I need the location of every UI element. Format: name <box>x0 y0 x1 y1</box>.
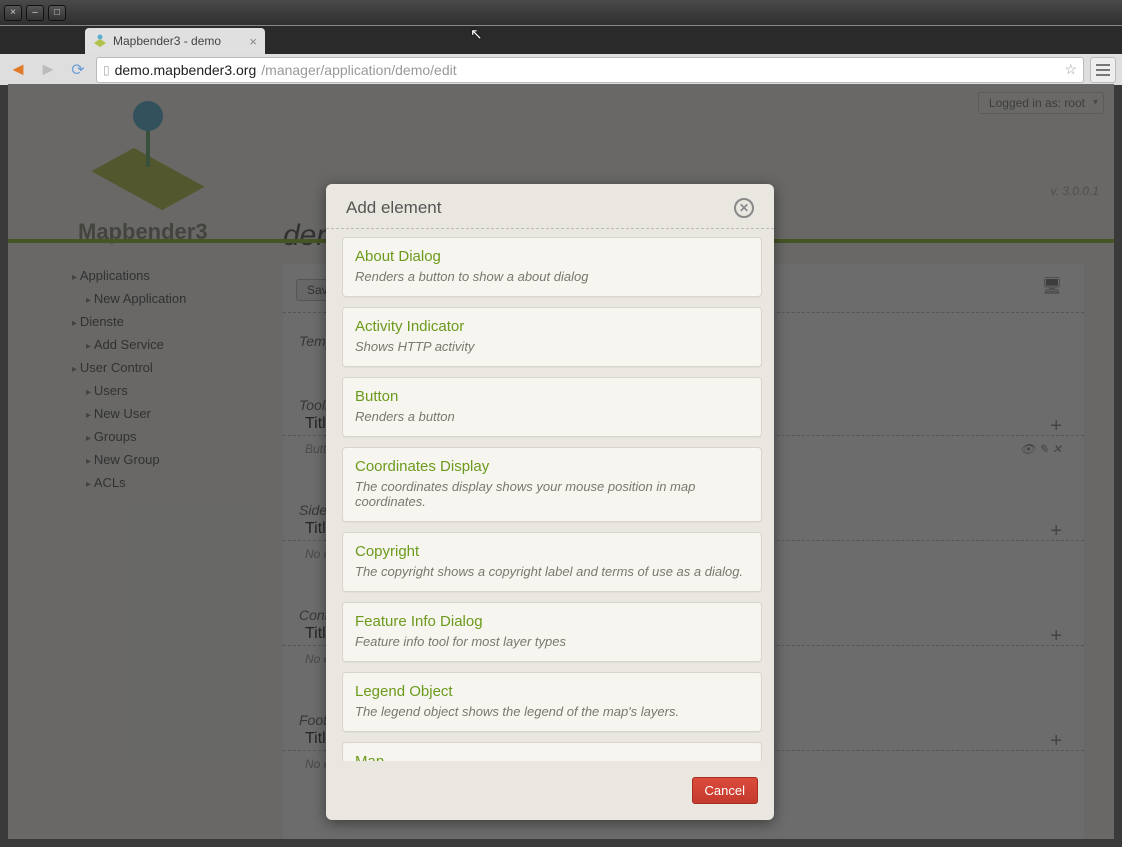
browser-toolbar: ◄ ► ⟳ ▯ demo.mapbender3.org/manager/appl… <box>0 54 1122 85</box>
bookmark-star-icon[interactable]: ☆ <box>1064 61 1077 78</box>
dialog-close-button[interactable]: ✕ <box>734 198 754 218</box>
page-viewport: Logged in as: root v. 3.0.0.1 Mapbender3… <box>8 84 1114 839</box>
add-element-dialog: Add element ✕ About Dialog Renders a butt… <box>326 184 774 820</box>
element-card-title: Button <box>355 388 749 405</box>
element-card[interactable]: Feature Info Dialog Feature info tool for… <box>342 602 762 662</box>
forward-button[interactable]: ► <box>36 58 60 82</box>
tab-title: Mapbender3 - demo <box>113 34 221 48</box>
element-card-desc: The coordinates display shows your mouse… <box>355 479 749 509</box>
os-minimize-button[interactable]: – <box>26 5 44 21</box>
dialog-scroll[interactable]: About Dialog Renders a button to show a a… <box>342 237 768 761</box>
element-card[interactable]: About Dialog Renders a button to show a a… <box>342 237 762 297</box>
reload-button[interactable]: ⟳ <box>66 58 90 82</box>
element-card[interactable]: Map <box>342 742 762 761</box>
element-card-desc: Renders a button to show a about dialog <box>355 269 749 284</box>
dialog-header: Add element ✕ <box>326 184 774 229</box>
element-card-desc: The legend object shows the legend of th… <box>355 704 749 719</box>
url-path: /manager/application/demo/edit <box>261 62 456 78</box>
element-card-desc: Renders a button <box>355 409 749 424</box>
browser-menu-button[interactable] <box>1090 57 1116 83</box>
element-card[interactable]: Activity Indicator Shows HTTP activity <box>342 307 762 367</box>
element-card-title: Coordinates Display <box>355 458 749 475</box>
os-close-button[interactable]: × <box>4 5 22 21</box>
element-card[interactable]: Legend Object The legend object shows the… <box>342 672 762 732</box>
os-titlebar: × – □ <box>0 0 1122 25</box>
dialog-body: About Dialog Renders a button to show a a… <box>326 229 774 769</box>
element-card-title: Map <box>355 753 749 761</box>
url-host: demo.mapbender3.org <box>115 62 257 78</box>
browser-chrome: Mapbender3 - demo × ◄ ► ⟳ ▯ demo.mapbend… <box>0 25 1122 84</box>
element-card-title: Activity Indicator <box>355 318 749 335</box>
tab-favicon-icon <box>93 34 107 48</box>
url-bar[interactable]: ▯ demo.mapbender3.org/manager/applicatio… <box>96 57 1084 83</box>
cancel-button[interactable]: Cancel <box>692 777 758 804</box>
os-maximize-button[interactable]: □ <box>48 5 66 21</box>
element-card[interactable]: Button Renders a button <box>342 377 762 437</box>
tab-close-icon[interactable]: × <box>249 34 257 49</box>
element-card-title: Feature Info Dialog <box>355 613 749 630</box>
element-card-desc: Shows HTTP activity <box>355 339 749 354</box>
element-card-title: Legend Object <box>355 683 749 700</box>
dialog-footer: Cancel <box>326 769 774 820</box>
element-card-desc: The copyright shows a copyright label an… <box>355 564 749 579</box>
browser-tab[interactable]: Mapbender3 - demo × <box>85 28 265 54</box>
element-card[interactable]: Copyright The copyright shows a copyright… <box>342 532 762 592</box>
element-card[interactable]: Coordinates Display The coordinates displ… <box>342 447 762 522</box>
page-icon: ▯ <box>103 63 110 77</box>
browser-tabstrip: Mapbender3 - demo × <box>0 26 1122 54</box>
element-card-desc: Feature info tool for most layer types <box>355 634 749 649</box>
dialog-title: Add element <box>346 198 441 218</box>
back-button[interactable]: ◄ <box>6 58 30 82</box>
element-card-title: Copyright <box>355 543 749 560</box>
element-card-title: About Dialog <box>355 248 749 265</box>
